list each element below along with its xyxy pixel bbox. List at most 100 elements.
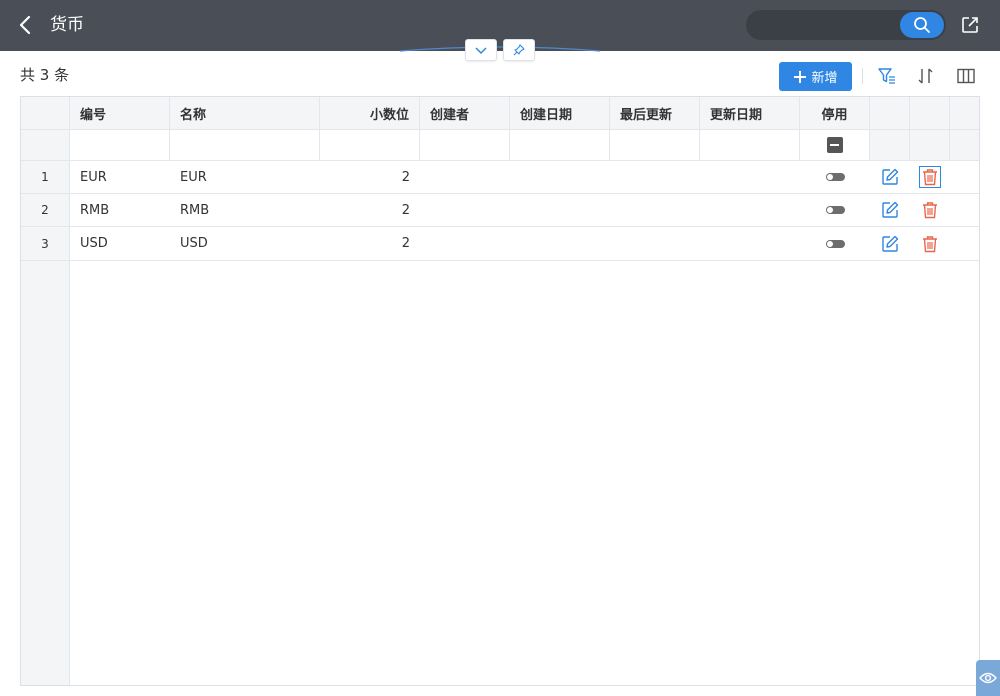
filter-cell-last-updated [610, 130, 700, 161]
cell-name[interactable]: USD [170, 227, 320, 261]
cell-created-date[interactable] [510, 161, 610, 194]
cell-name[interactable]: EUR [170, 161, 320, 194]
edit-icon [882, 168, 899, 185]
row-number: 1 [21, 161, 70, 194]
trash-icon [923, 169, 937, 186]
delete-button[interactable] [919, 166, 941, 188]
filter-cell-creator [420, 130, 510, 161]
cell-decimals[interactable]: 2 [320, 227, 420, 261]
cell-disabled [800, 194, 870, 227]
row-number: 2 [21, 194, 70, 227]
filter-input-name[interactable] [170, 130, 319, 160]
filter-input-code[interactable] [70, 130, 169, 160]
column-header-name[interactable]: 名称 [170, 97, 320, 130]
cell-spacer [950, 161, 979, 194]
search-box [746, 10, 946, 40]
cell-created-date[interactable] [510, 227, 610, 261]
trash-icon [923, 202, 937, 219]
column-header-decimals[interactable]: 小数位 [320, 97, 420, 130]
preview-toggle-button[interactable] [976, 660, 1000, 696]
disabled-toggle[interactable] [825, 206, 845, 214]
collapse-header-button[interactable] [465, 39, 497, 61]
cell-last-updated[interactable] [610, 161, 700, 194]
disabled-toggle[interactable] [825, 173, 845, 181]
top-bar: 货币 [0, 0, 1000, 51]
filter-input-created-date[interactable] [510, 130, 609, 160]
external-link-icon[interactable] [960, 15, 980, 35]
pin-header-button[interactable] [503, 39, 535, 61]
filter-cell-edit [870, 130, 910, 161]
cell-code[interactable]: RMB [70, 194, 170, 227]
cell-delete [910, 227, 950, 261]
column-header-edit [870, 97, 910, 130]
cell-creator[interactable] [420, 227, 510, 261]
cell-created-date[interactable] [510, 194, 610, 227]
filter-cell-disabled [800, 130, 870, 161]
cell-edit [870, 194, 910, 227]
filter-cell-delete [910, 130, 950, 161]
cell-disabled [800, 227, 870, 261]
filter-input-updated-date[interactable] [700, 130, 799, 160]
pin-icon [513, 44, 525, 56]
edit-icon [882, 235, 899, 252]
chevron-down-icon [475, 47, 487, 55]
add-button[interactable]: 新增 [779, 62, 852, 91]
search-icon [914, 17, 930, 33]
cell-updated-date[interactable] [700, 161, 800, 194]
cell-last-updated[interactable] [610, 227, 700, 261]
column-header-creator[interactable]: 创建者 [420, 97, 510, 130]
page-title: 货币 [50, 15, 84, 35]
filter-cell-decimals [320, 130, 420, 161]
cell-name[interactable]: RMB [170, 194, 320, 227]
filter-cell-code [70, 130, 170, 161]
search-button[interactable] [900, 12, 944, 38]
column-header-code[interactable]: 编号 [70, 97, 170, 130]
header-rownum-cell [21, 97, 70, 130]
filter-cell-spacer [950, 130, 979, 161]
indeterminate-checkbox[interactable] [826, 137, 843, 153]
cell-delete [910, 161, 950, 194]
cell-decimals[interactable]: 2 [320, 194, 420, 227]
column-header-last-updated[interactable]: 最后更新 [610, 97, 700, 130]
edit-button[interactable] [880, 234, 900, 254]
filter-input-decimals[interactable] [320, 130, 419, 160]
columns-icon[interactable] [956, 66, 976, 86]
back-icon[interactable] [14, 13, 38, 37]
cell-code[interactable]: EUR [70, 161, 170, 194]
cell-code[interactable]: USD [70, 227, 170, 261]
cell-last-updated[interactable] [610, 194, 700, 227]
filter-rownum-cell [21, 130, 70, 161]
column-header-created-date[interactable]: 创建日期 [510, 97, 610, 130]
filter-input-creator[interactable] [420, 130, 509, 160]
currency-table: 编号 名称 小数位 创建者 创建日期 最后更新 更新日期 停用 1 EUR EU… [20, 96, 980, 686]
cell-creator[interactable] [420, 194, 510, 227]
column-header-spacer [950, 97, 979, 130]
filter-input-last-updated[interactable] [610, 130, 699, 160]
sort-icon[interactable] [916, 66, 936, 86]
eye-icon [979, 672, 997, 684]
edit-button[interactable] [880, 167, 900, 187]
filter-icon[interactable] [877, 66, 897, 86]
cell-edit [870, 161, 910, 194]
search-input[interactable] [758, 16, 898, 34]
cell-decimals[interactable]: 2 [320, 161, 420, 194]
topbar-curve-decoration [400, 46, 600, 52]
cell-updated-date[interactable] [700, 194, 800, 227]
disabled-toggle[interactable] [825, 239, 845, 248]
plus-icon [794, 70, 807, 83]
column-header-disabled[interactable]: 停用 [800, 97, 870, 130]
cell-spacer [950, 227, 979, 261]
edit-icon [882, 201, 899, 218]
edit-button[interactable] [880, 200, 900, 220]
add-button-label: 新增 [811, 71, 838, 86]
column-header-delete [910, 97, 950, 130]
cell-creator[interactable] [420, 161, 510, 194]
cell-updated-date[interactable] [700, 227, 800, 261]
delete-button[interactable] [920, 200, 940, 220]
filter-cell-created-date [510, 130, 610, 161]
cell-spacer [950, 194, 979, 227]
delete-button[interactable] [920, 234, 940, 254]
trash-icon [923, 235, 937, 252]
column-header-updated-date[interactable]: 更新日期 [700, 97, 800, 130]
cell-delete [910, 194, 950, 227]
